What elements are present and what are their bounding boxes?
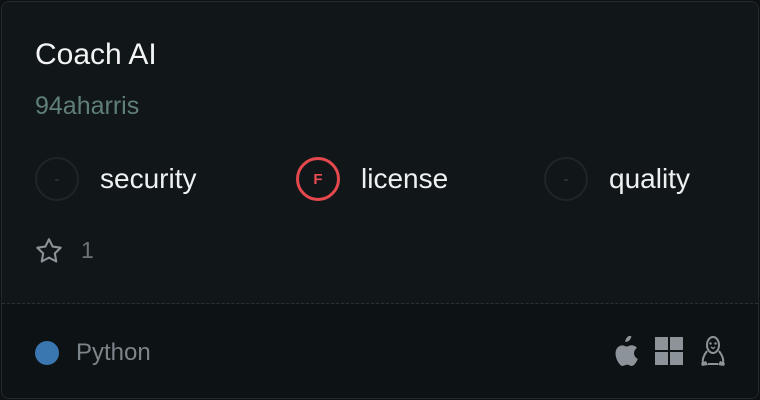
quality-grade-badge: - (544, 157, 588, 201)
linux-icon (699, 336, 727, 368)
repo-title[interactable]: Coach AI (35, 37, 157, 73)
star-icon (35, 237, 63, 264)
repo-owner[interactable]: 94aharris (35, 90, 139, 122)
star-count-group[interactable]: 1 (35, 235, 94, 265)
language-label: Python (76, 339, 151, 366)
apple-icon (611, 336, 639, 368)
license-grade-badge: F (296, 157, 340, 201)
windows-icon (654, 336, 684, 368)
license-label: license (361, 163, 449, 194)
quality-label: quality (609, 163, 690, 194)
metric-license[interactable]: F license (296, 154, 448, 204)
security-grade-badge: - (35, 157, 79, 201)
security-label: security (100, 163, 197, 194)
language-indicator: Python (35, 338, 151, 368)
metric-quality[interactable]: - quality (544, 154, 690, 204)
repo-card[interactable]: Coach AI 94aharris - security F license … (1, 1, 759, 399)
card-body: Coach AI 94aharris - security F license … (2, 2, 758, 303)
star-count: 1 (81, 237, 94, 263)
metric-security[interactable]: - security (35, 154, 196, 204)
language-color-dot (35, 341, 59, 365)
